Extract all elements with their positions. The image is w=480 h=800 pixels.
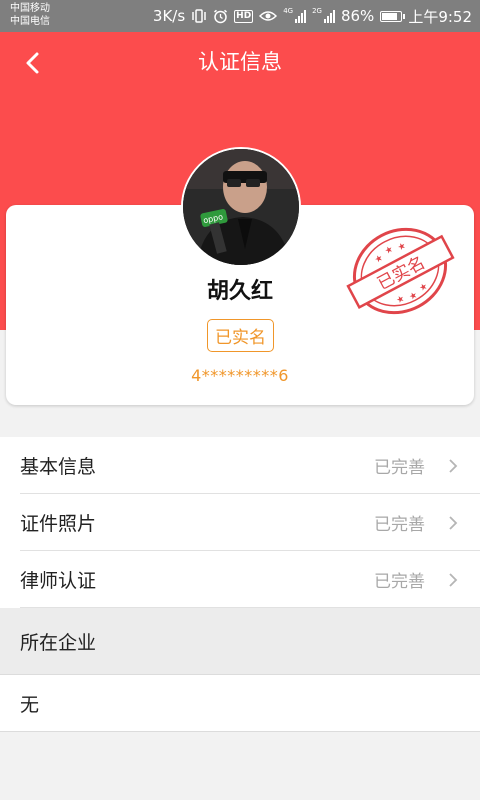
chevron-right-icon (449, 459, 458, 473)
svg-text:★: ★ (373, 253, 385, 266)
alarm-icon (213, 9, 228, 24)
network-type-2: 2G (312, 7, 322, 15)
network-speed: 3K/s (152, 7, 186, 25)
carrier-2: 中国电信 (10, 16, 50, 27)
row-status: 已完善 (374, 571, 425, 592)
verified-stamp-icon: 已实名 ★ ★ ★ ★ ★ ★ (346, 227, 455, 315)
company-value: 无 (0, 675, 480, 732)
network-type-1: 4G (283, 7, 294, 15)
id-number: 4*********6 (191, 366, 289, 385)
battery-percent: 86% (340, 7, 375, 25)
row-label: 基本信息 (20, 455, 97, 478)
row-status: 已完善 (374, 457, 425, 478)
info-list: 基本信息 已完善 证件照片 已完善 律师认证 已完善 (0, 437, 480, 608)
carrier-info: 中国移动 中国电信 (10, 2, 50, 28)
chevron-right-icon (449, 516, 458, 530)
signal-icon (295, 9, 307, 23)
eye-icon (259, 10, 278, 22)
clock: 上午9:52 (408, 7, 472, 26)
svg-text:★: ★ (408, 290, 420, 303)
chevron-right-icon (449, 573, 458, 587)
avatar: oppo (181, 147, 301, 267)
hd-icon: HD (234, 9, 254, 23)
svg-text:★: ★ (418, 282, 430, 295)
row-basic-info[interactable]: 基本信息 已完善 (20, 437, 480, 494)
status-indicators: 3K/s HD 4G 2G 86% 上午9:52 (153, 0, 472, 32)
verified-badge: 已实名 (207, 319, 274, 352)
row-label: 律师认证 (20, 569, 97, 592)
row-id-photos[interactable]: 证件照片 已完善 (20, 494, 480, 551)
svg-text:★: ★ (396, 241, 408, 254)
page-title: 认证信息 (198, 50, 282, 74)
carrier-1: 中国移动 (10, 3, 50, 14)
status-bar: 中国移动 中国电信 3K/s HD 4G 2G 86% 上午9:52 (0, 0, 480, 32)
battery-icon (380, 10, 406, 22)
vibrate-icon (191, 9, 207, 23)
row-label: 证件照片 (20, 512, 97, 535)
company-section-title: 所在企业 (0, 608, 480, 675)
row-status: 已完善 (374, 514, 425, 535)
row-lawyer-cert[interactable]: 律师认证 已完善 (20, 551, 480, 608)
svg-text:★: ★ (383, 244, 395, 257)
signal-icon (323, 9, 335, 23)
battery-fill (382, 12, 397, 20)
